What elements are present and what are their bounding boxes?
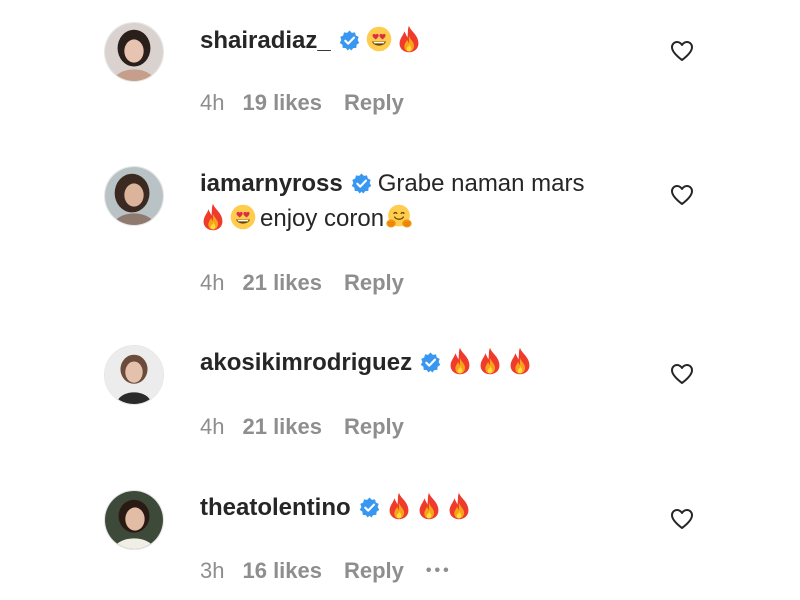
like-heart-icon[interactable]: [670, 40, 694, 62]
comment-text: Grabe naman mars: [377, 170, 585, 197]
reply-button[interactable]: Reply: [344, 558, 404, 583]
comment-body: akosikimrodriguez: [200, 345, 660, 380]
more-options-button[interactable]: •••: [426, 562, 452, 579]
comment-body: iamarnyross Grabe naman mars enjoy coron: [200, 166, 660, 236]
avatar[interactable]: [104, 22, 164, 82]
reply-button[interactable]: Reply: [344, 90, 404, 115]
avatar[interactable]: [104, 345, 164, 405]
like-heart-icon[interactable]: [670, 508, 694, 530]
username-link[interactable]: akosikimrodriguez: [200, 349, 412, 376]
avatar-image: [105, 346, 163, 404]
like-heart-icon[interactable]: [670, 363, 694, 385]
hugging-emoji: [386, 203, 412, 231]
heart-eyes-emoji: [230, 203, 256, 231]
fire-emoji: [200, 203, 226, 231]
username-link[interactable]: shairadiaz_: [200, 27, 331, 54]
likes-count[interactable]: 21 likes: [242, 414, 322, 439]
reply-button[interactable]: Reply: [344, 414, 404, 439]
comment-text: enjoy coron: [260, 205, 385, 232]
avatar-image: [105, 167, 163, 225]
username-link[interactable]: iamarnyross: [200, 170, 343, 197]
comment-meta: 4h 19 likes Reply: [200, 90, 426, 116]
comment-time: 4h: [200, 90, 225, 115]
comment-time: 3h: [200, 558, 225, 583]
likes-count[interactable]: 19 likes: [242, 90, 322, 115]
verified-badge-icon: [359, 497, 380, 518]
fire-emoji: [416, 492, 442, 520]
fire-emoji: [507, 347, 533, 375]
username-link[interactable]: theatolentino: [200, 494, 351, 521]
comment-time: 4h: [200, 270, 225, 295]
comment-meta: 4h 21 likes Reply: [200, 270, 426, 296]
comment-time: 4h: [200, 414, 225, 439]
avatar-image: [105, 23, 163, 81]
likes-count[interactable]: 16 likes: [242, 558, 322, 583]
fire-emoji: [477, 347, 503, 375]
fire-emoji: [447, 347, 473, 375]
fire-emoji: [396, 25, 422, 53]
comment-body: theatolentino: [200, 490, 660, 525]
reply-button[interactable]: Reply: [344, 270, 404, 295]
comments-list: shairadiaz_ 4h 19 likes Reply iamarnyross G…: [0, 0, 800, 600]
avatar[interactable]: [104, 490, 164, 550]
comment-body: shairadiaz_: [200, 23, 660, 58]
comment-meta: 3h 16 likes Reply •••: [200, 558, 474, 584]
verified-badge-icon: [339, 30, 360, 51]
like-heart-icon[interactable]: [670, 184, 694, 206]
verified-badge-icon: [420, 352, 441, 373]
verified-badge-icon: [351, 173, 372, 194]
avatar[interactable]: [104, 166, 164, 226]
heart-eyes-emoji: [366, 25, 392, 53]
likes-count[interactable]: 21 likes: [242, 270, 322, 295]
avatar-image: [105, 491, 163, 549]
comment-meta: 4h 21 likes Reply: [200, 414, 426, 440]
fire-emoji: [386, 492, 412, 520]
fire-emoji: [446, 492, 472, 520]
